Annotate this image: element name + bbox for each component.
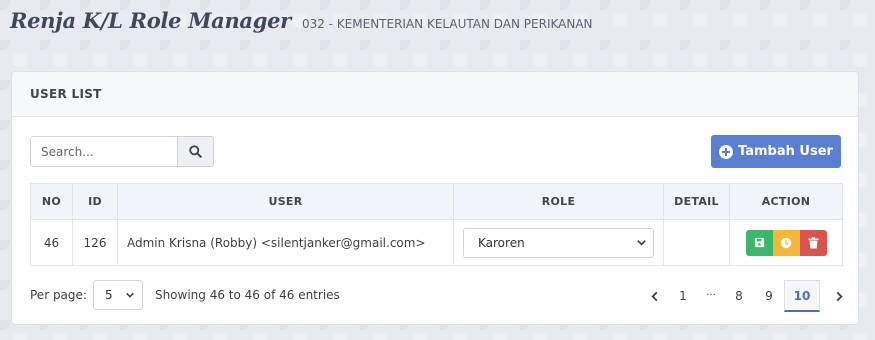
page-button-1[interactable]: 1 [668, 280, 698, 312]
user-table: NO ID USER ROLE DETAIL ACTION 46 126 Adm… [30, 183, 843, 266]
search-button[interactable] [177, 137, 213, 166]
page-prev-button[interactable] [642, 280, 668, 312]
chevron-down-icon [637, 240, 646, 246]
page-button-8[interactable]: 8 [724, 280, 754, 312]
organization-name: 032 - KEMENTERIAN KELAUTAN DAN PERIKANAN [301, 17, 593, 31]
save-icon [754, 237, 764, 248]
chevron-down-icon [126, 292, 134, 298]
chevron-right-icon [836, 291, 843, 301]
history-button[interactable] [772, 229, 800, 256]
page-header: Renja K/L Role Manager 032 - KEMENTERIAN… [10, 8, 593, 44]
delete-button[interactable] [799, 229, 827, 256]
per-page-label: Per page: [30, 288, 87, 302]
cell-detail [663, 219, 730, 266]
column-header-id: ID [72, 183, 118, 220]
table-header-row: NO ID USER ROLE DETAIL ACTION [30, 183, 843, 220]
trash-icon [808, 236, 818, 248]
cell-no: 46 [30, 219, 73, 266]
clock-icon [780, 237, 792, 248]
role-select-value: Karoren [478, 235, 525, 250]
table-row: 46 126 Admin Krisna (Robby) <silentjanke… [30, 219, 843, 266]
table-footer: Per page: 5 Showing 46 to 46 of 46 entri… [30, 280, 340, 310]
page-button-9[interactable]: 9 [754, 280, 784, 312]
chevron-left-icon [651, 291, 658, 301]
app-title: Renja K/L Role Manager [10, 8, 291, 33]
search-input[interactable] [31, 137, 177, 166]
user-list-card: USER LIST Tambah User NO ID USER ROLE DE… [11, 71, 859, 325]
plus-circle-icon [719, 144, 734, 159]
column-header-user: USER [117, 183, 454, 220]
save-button[interactable] [745, 229, 773, 256]
card-title: USER LIST [30, 87, 102, 101]
page-button-10-current[interactable]: 10 [784, 280, 820, 312]
cell-action [729, 219, 843, 266]
per-page-select[interactable]: 5 [92, 280, 143, 310]
add-user-label: Tambah User [738, 144, 833, 159]
add-user-button[interactable]: Tambah User [711, 135, 841, 168]
page-ellipsis: ... [706, 287, 716, 298]
cell-role: Karoren [453, 219, 664, 266]
entries-info: Showing 46 to 46 of 46 entries [154, 288, 340, 302]
column-header-role: ROLE [453, 183, 664, 220]
card-header: USER LIST [12, 72, 858, 117]
cell-user: Admin Krisna (Robby) <silentjanker@gmail… [117, 219, 454, 266]
action-button-group [745, 229, 827, 256]
role-select[interactable]: Karoren [463, 227, 654, 258]
pagination: 1 ... 8 9 10 [642, 280, 852, 312]
column-header-detail: DETAIL [663, 183, 730, 220]
per-page-value: 5 [104, 288, 113, 302]
search-icon [189, 145, 202, 158]
search-group [30, 136, 214, 167]
column-header-action: ACTION [729, 183, 843, 220]
cell-id: 126 [72, 219, 118, 266]
page-next-button[interactable] [826, 280, 852, 312]
column-header-no: NO [30, 183, 73, 220]
